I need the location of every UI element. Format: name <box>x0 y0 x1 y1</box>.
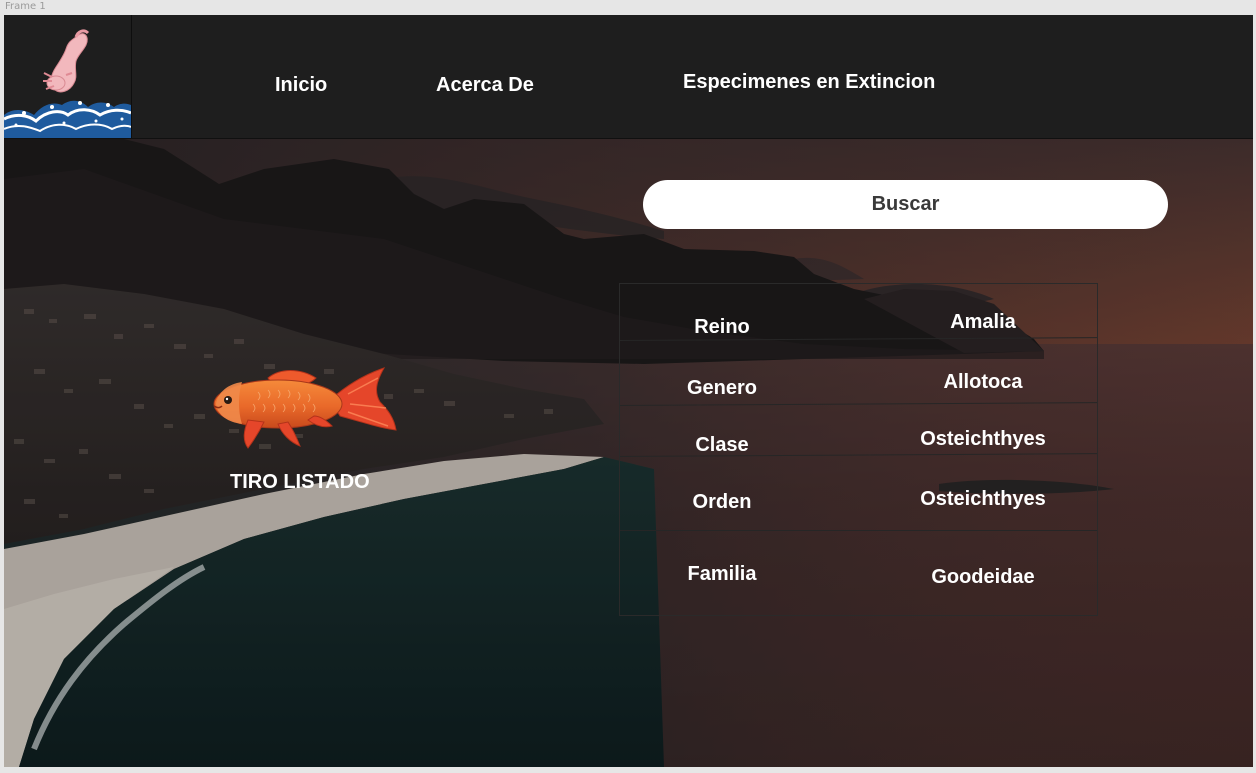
taxonomy-rank-clase: Clase <box>695 434 749 456</box>
taxonomy-table: Reino Amalia Genero Allotoca Clase Ostei… <box>619 283 1098 616</box>
specimen-name: TIRO LISTADO <box>230 471 370 493</box>
table-divider <box>619 453 1097 457</box>
taxonomy-value-orden: Osteichthyes <box>920 488 1046 510</box>
taxonomy-rank-genero: Genero <box>686 377 758 399</box>
table-divider <box>620 530 1097 531</box>
nav-acerca-de-link[interactable]: Acerca De <box>436 74 534 97</box>
table-divider <box>619 337 1097 341</box>
goldfish-image-icon <box>213 367 397 449</box>
page-frame: Inicio Acerca De Especimenes en Extincio… <box>4 15 1253 767</box>
search-label: Buscar <box>871 193 940 215</box>
search-button[interactable]: Buscar <box>643 180 1168 229</box>
taxonomy-rank-orden: Orden <box>692 491 752 513</box>
taxonomy-value-reino: Amalia <box>950 311 1016 333</box>
nav-inicio-link[interactable]: Inicio <box>275 74 327 97</box>
top-navbar: Inicio Acerca De Especimenes en Extincio… <box>4 15 1253 139</box>
taxonomy-value-genero: Allotoca <box>943 371 1023 393</box>
taxonomy-rank-familia: Familia <box>687 563 757 585</box>
axolotl-wave-logo-icon[interactable] <box>4 15 132 138</box>
taxonomy-value-clase: Osteichthyes <box>920 428 1046 450</box>
taxonomy-rank-reino: Reino <box>694 316 750 338</box>
nav-especimenes-link[interactable]: Especimenes en Extincion <box>683 71 935 94</box>
table-divider <box>619 402 1097 406</box>
taxonomy-value-familia: Goodeidae <box>931 566 1035 588</box>
frame-label: Frame 1 <box>5 1 46 12</box>
